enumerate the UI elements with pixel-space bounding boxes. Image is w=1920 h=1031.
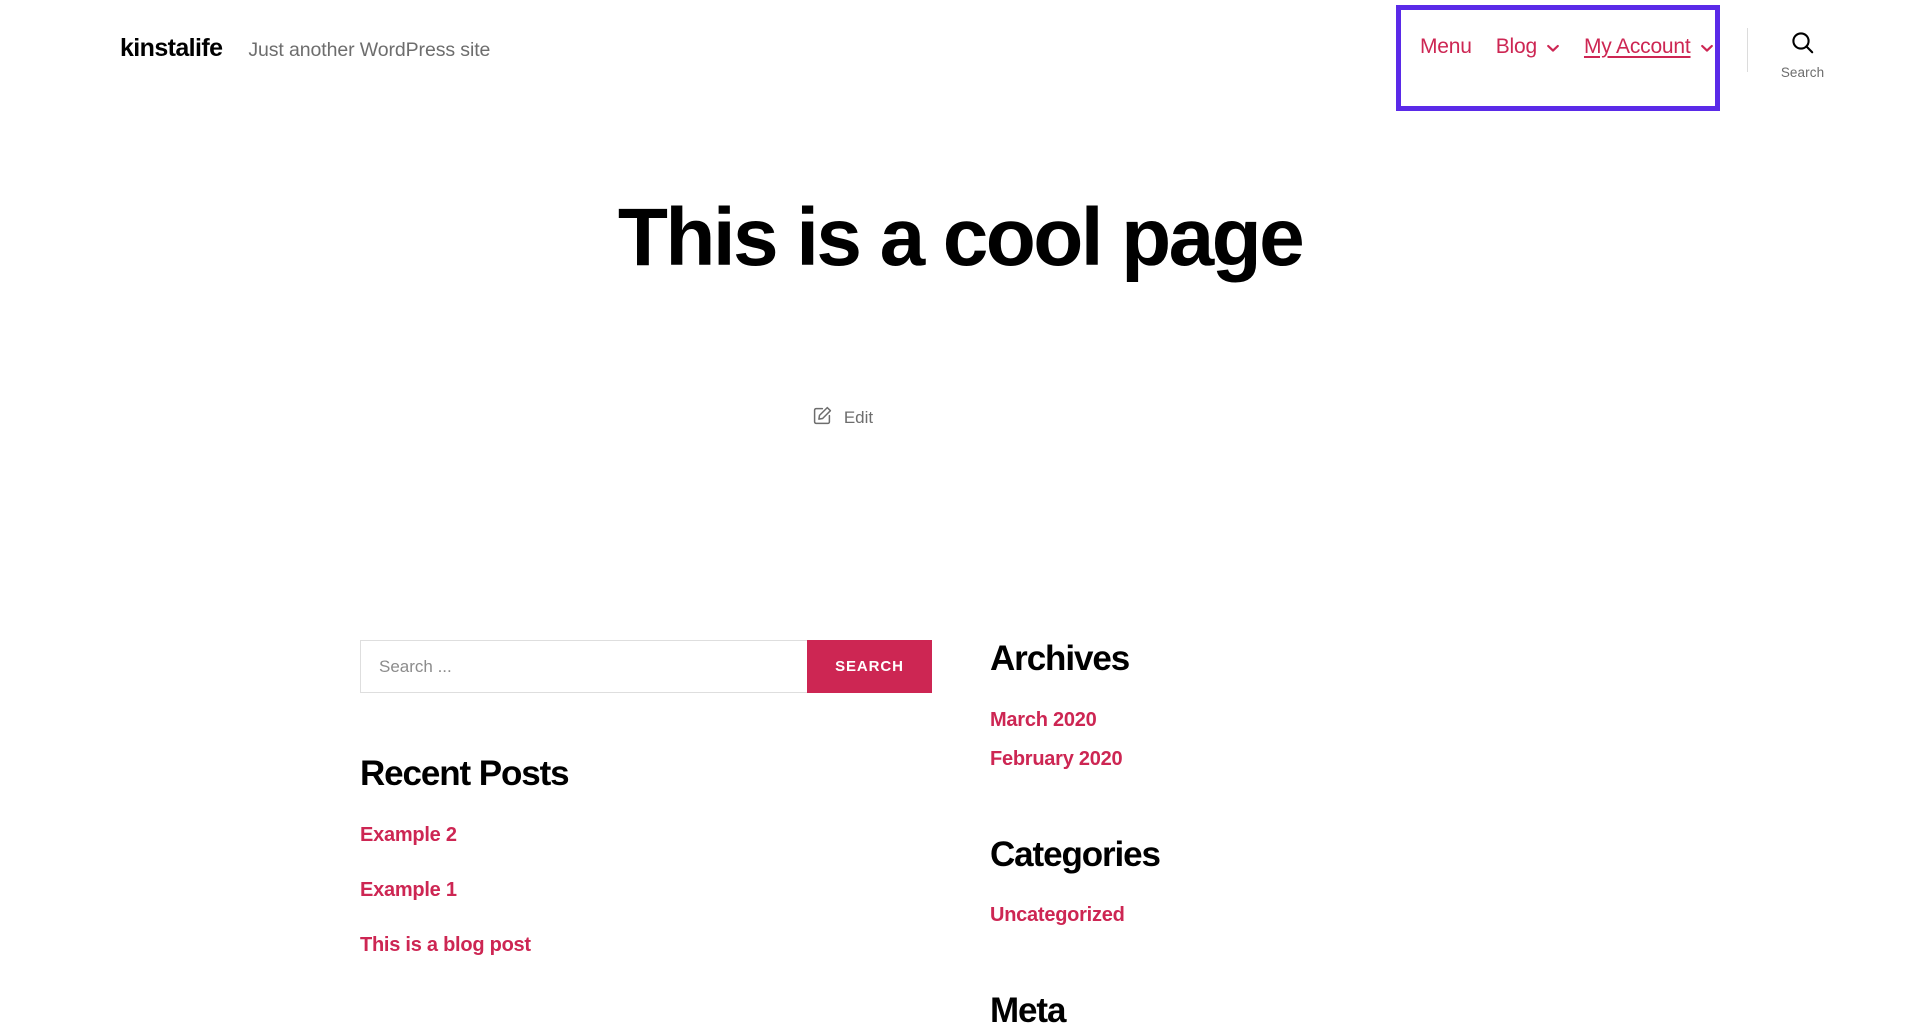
nav-item-my-account[interactable]: My Account (1584, 36, 1714, 57)
widget-column-right: Archives March 2020 February 2020 Catego… (990, 639, 1620, 1031)
list-item: Example 1 (360, 875, 990, 905)
edit-pencil-icon (813, 406, 832, 430)
meta-widget: Meta (990, 991, 1620, 1031)
site-branding: kinstalife Just another WordPress site (120, 36, 490, 61)
chevron-down-icon[interactable] (1700, 41, 1714, 55)
search-toggle-label: Search (1780, 65, 1825, 80)
archives-widget: Archives March 2020 February 2020 (990, 639, 1620, 774)
categories-list: Uncategorized (990, 900, 1620, 930)
chevron-down-icon[interactable] (1546, 41, 1560, 55)
widget-title-meta: Meta (990, 991, 1066, 1030)
nav-highlight-box (1396, 5, 1720, 111)
search-widget: SEARCH (360, 640, 990, 693)
nav-item-label: My Account (1583, 35, 1691, 58)
nav-item-blog[interactable]: Blog (1496, 36, 1560, 57)
archive-link[interactable]: March 2020 (990, 709, 1097, 731)
site-description: Just another WordPress site (248, 39, 491, 61)
entry-header: This is a cool page (0, 192, 1920, 283)
list-item: This is a blog post (360, 930, 990, 960)
search-input[interactable] (360, 640, 807, 693)
edit-page-link[interactable]: Edit (813, 406, 873, 430)
list-item: February 2020 (990, 744, 1620, 774)
primary-navigation: Menu Blog My Account (1420, 36, 1714, 57)
widget-title-categories: Categories (990, 834, 1161, 874)
archives-list: March 2020 February 2020 (990, 705, 1620, 774)
search-icon (1790, 30, 1816, 61)
recent-post-link[interactable]: Example 1 (360, 879, 457, 901)
search-form: SEARCH (360, 640, 932, 693)
site-header: kinstalife Just another WordPress site M… (0, 0, 1920, 111)
post-meta-wrapper: Edit (0, 406, 1920, 430)
archive-link[interactable]: February 2020 (990, 748, 1123, 770)
widget-title-archives: Archives (990, 639, 1130, 678)
widget-column-left: SEARCH Recent Posts Example 2 Example 1 … (360, 640, 990, 1031)
search-submit-button[interactable]: SEARCH (807, 640, 932, 693)
list-item: Example 2 (360, 820, 990, 850)
widget-area: SEARCH Recent Posts Example 2 Example 1 … (0, 639, 1920, 1031)
widget-title-recent-posts: Recent Posts (360, 754, 570, 793)
recent-posts-widget: Recent Posts Example 2 Example 1 This is… (360, 754, 990, 960)
list-item: Uncategorized (990, 900, 1620, 930)
recent-post-link[interactable]: Example 2 (360, 824, 457, 846)
header-divider (1747, 28, 1748, 72)
nav-item-label: Blog (1495, 35, 1537, 58)
recent-post-link[interactable]: This is a blog post (360, 934, 531, 956)
recent-posts-list: Example 2 Example 1 This is a blog post (360, 820, 990, 960)
nav-item-label: Menu (1420, 35, 1472, 58)
site-title[interactable]: kinstalife (120, 36, 223, 61)
edit-link-label: Edit (843, 408, 874, 428)
categories-widget: Categories Uncategorized (990, 834, 1620, 931)
nav-item-menu[interactable]: Menu (1420, 36, 1472, 57)
category-link[interactable]: Uncategorized (990, 904, 1125, 926)
page-title: This is a cool page (617, 192, 1305, 283)
list-item: March 2020 (990, 705, 1620, 735)
search-toggle-button[interactable]: Search (1765, 30, 1840, 80)
